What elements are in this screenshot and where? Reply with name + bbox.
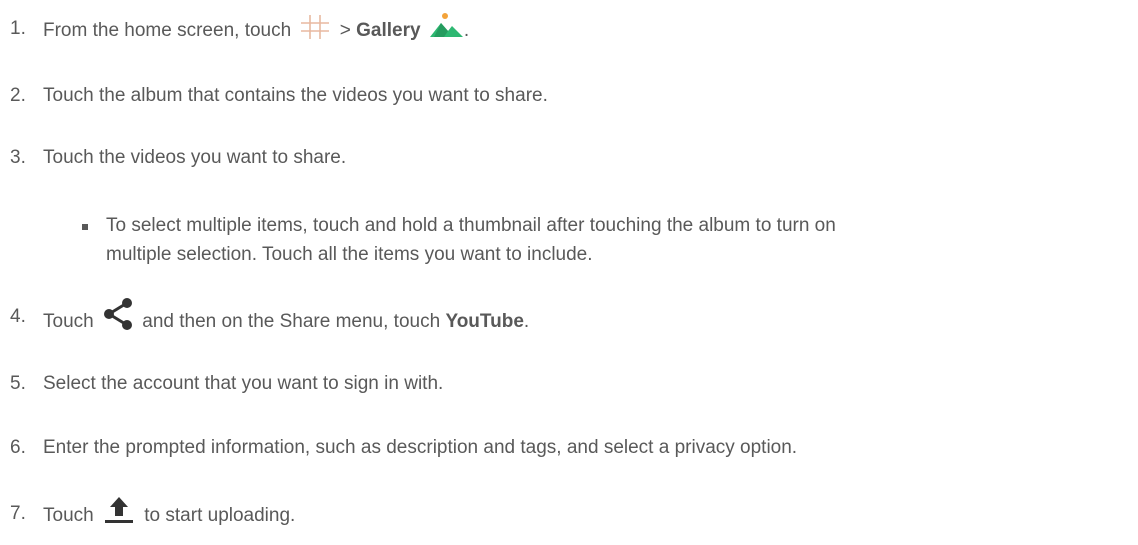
share-icon: [103, 297, 133, 331]
step-bold-youtube: YouTube: [445, 311, 524, 333]
step-text: Touch the videos you want to share.: [43, 147, 347, 168]
step-number: 7.: [10, 503, 26, 524]
sub-bullet-line-2: multiple selection. Touch all the items …: [106, 244, 593, 265]
step-bold-gallery: Gallery: [356, 20, 421, 42]
step-number: 6.: [10, 437, 26, 458]
step-text-post: .: [463, 20, 470, 42]
step-separator: >: [339, 20, 351, 42]
step-number: 1.: [10, 18, 26, 39]
apps-grid-icon: [300, 15, 330, 39]
step-text-pre: Touch: [43, 505, 94, 527]
step-text: Touch to start uploading.: [43, 497, 296, 530]
step-text: Enter the prompted information, such as …: [43, 437, 798, 458]
step-text: Touch and then on the Share menu, touch …: [43, 298, 530, 339]
step-number: 5.: [10, 373, 26, 394]
step-number: 4.: [10, 306, 26, 327]
step-number: 2.: [10, 85, 26, 106]
gallery-icon: [429, 11, 464, 39]
bullet-icon: [82, 224, 88, 230]
step-text: Touch the album that contains the videos…: [43, 85, 548, 106]
step-text: Select the account that you want to sign…: [43, 373, 444, 394]
step-text-post: to start uploading.: [144, 505, 296, 527]
sub-bullet-line-1: To select multiple items, touch and hold…: [106, 215, 836, 236]
step-text-pre: Touch: [43, 311, 94, 333]
upload-icon: [103, 496, 135, 524]
step-number: 3.: [10, 147, 26, 168]
step-text-pre: From the home screen, touch: [43, 20, 292, 42]
step-text: From the home screen, touch > Gallery .: [43, 13, 470, 45]
step-text-post: .: [523, 311, 530, 333]
step-text-mid: and then on the Share menu, touch: [142, 311, 441, 333]
